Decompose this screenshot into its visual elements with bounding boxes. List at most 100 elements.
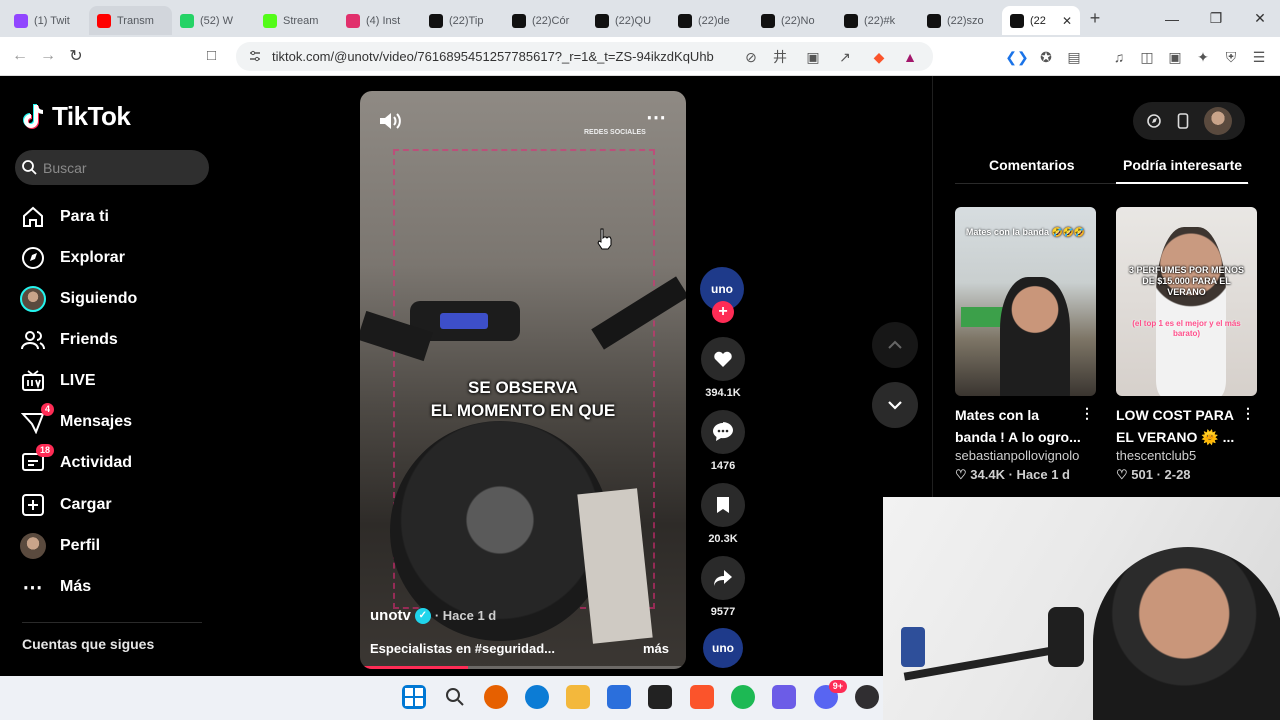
browser-tab[interactable]: (22)QU (587, 6, 670, 35)
windows-start-icon[interactable] (402, 685, 426, 709)
firefox-dev-icon[interactable] (484, 685, 508, 709)
search-icon[interactable] (443, 685, 467, 709)
leo-ai-icon[interactable]: ✦ (1194, 48, 1212, 66)
nav-item-live[interactable]: LIVE (20, 366, 96, 396)
brave-icon[interactable] (690, 685, 714, 709)
wallet-icon[interactable]: ▣ (1166, 48, 1184, 66)
minimize-button[interactable]: — (1150, 0, 1194, 37)
reload-icon[interactable]: ↻ (62, 46, 90, 66)
site-settings-icon[interactable] (248, 49, 262, 63)
video-player[interactable]: REDES SOCIALES ⋯ SE OBSERVA EL MOMENTO E… (360, 91, 686, 669)
maximize-button[interactable]: ❐ (1194, 0, 1238, 37)
card-title[interactable]: LOW COST PARA EL VERANO 🌞 ... (1116, 404, 1244, 448)
author-name[interactable]: unotv (370, 607, 411, 624)
vpn-shield-icon[interactable]: ⛨ (1222, 48, 1240, 66)
comment-button[interactable]: 1476 (700, 410, 746, 472)
comment-icon[interactable] (701, 410, 745, 454)
cast-icon[interactable]: ▤ (1065, 48, 1083, 66)
sidebar-icon[interactable]: ◫ (1138, 48, 1156, 66)
nav-item-para-ti[interactable]: Para ti (20, 202, 109, 232)
obs-icon[interactable] (855, 685, 879, 709)
brave-shields-icon[interactable]: ◆ (870, 48, 888, 66)
browser-tab[interactable]: (22)de (670, 6, 753, 35)
previous-video-button[interactable] (872, 322, 918, 368)
browser-tab[interactable]: (4) Inst (338, 6, 421, 35)
vpn-icon[interactable] (772, 685, 796, 709)
translate-icon[interactable]: 井 (771, 48, 789, 66)
save-button[interactable]: 20.3K (700, 483, 746, 545)
card-title[interactable]: Mates con la banda ! A lo ogro... (955, 404, 1083, 448)
edge-icon[interactable] (525, 685, 549, 709)
nav-item-cargar[interactable]: Cargar (20, 490, 112, 520)
discord-icon[interactable]: 9+ (814, 680, 847, 709)
menu-icon[interactable]: ☰ (1250, 48, 1268, 66)
like-button[interactable]: 394.1K (700, 337, 746, 399)
browser-tab[interactable]: Stream (255, 6, 338, 35)
video-thumbnail[interactable]: 3 PERFUMES POR MENOS DE $15.000 PARA EL … (1116, 207, 1257, 396)
bookmark-icon[interactable] (701, 483, 745, 527)
share-icon[interactable]: ↗ (836, 48, 854, 66)
close-window-button[interactable]: ✕ (1238, 0, 1280, 37)
volume-icon[interactable] (378, 111, 402, 131)
url-text[interactable]: tiktok.com/@unotv/video/7616895451257785… (272, 49, 714, 64)
compass-small-icon[interactable] (1146, 113, 1162, 129)
media-icon[interactable]: ♫ (1110, 48, 1128, 66)
card-options-icon[interactable]: ⋮ (1080, 405, 1094, 422)
nav-item-friends[interactable]: Friends (20, 325, 118, 355)
tiktok-logo[interactable]: TikTok (22, 101, 131, 132)
video-progress-bar[interactable] (360, 666, 686, 669)
sound-button[interactable]: uno (700, 628, 746, 668)
close-tab-icon[interactable]: ✕ (1062, 14, 1072, 28)
card-author[interactable]: thescentclub5 (1116, 448, 1257, 463)
card-options-icon[interactable]: ⋮ (1241, 405, 1255, 422)
nav-item-mensajes[interactable]: 4 Mensajes (20, 403, 132, 437)
tab-comments[interactable]: Comentarios (989, 157, 1075, 173)
browser-tab[interactable]: Transm (89, 6, 172, 35)
user-avatar[interactable] (1203, 107, 1232, 135)
heart-icon[interactable] (701, 337, 745, 381)
nav-item-perfil[interactable]: Perfil (20, 531, 100, 561)
audio-playing-icon[interactable]: ❮❯ (1005, 48, 1028, 66)
phone-icon[interactable] (1177, 113, 1189, 129)
video-description[interactable]: Especialistas en #seguridad... (370, 641, 555, 656)
sound-disc-icon[interactable]: uno (703, 628, 743, 668)
nav-item-explorar[interactable]: Explorar (20, 243, 125, 273)
bookmark-icon[interactable]: □ (207, 47, 216, 64)
address-bar[interactable]: tiktok.com/@unotv/video/7616895451257785… (236, 42, 933, 71)
browser-tab[interactable]: (52) W (172, 6, 255, 35)
tab-suggested[interactable]: Podría interesarte (1123, 157, 1242, 173)
brave-rewards-icon[interactable]: ▲ (901, 48, 919, 66)
spotify-icon[interactable] (731, 685, 755, 709)
video-thumbnail[interactable]: Mates con la banda 🤣🤣🤣 (955, 207, 1096, 396)
more-link[interactable]: más (643, 641, 669, 656)
suggested-video-card[interactable]: 3 PERFUMES POR MENOS DE $15.000 PARA EL … (1116, 207, 1257, 483)
nav-item-siguiendo[interactable]: Siguiendo (20, 284, 137, 314)
store-icon[interactable] (607, 685, 631, 709)
video-author[interactable]: unotv ✓ · Hace 1 d (370, 607, 496, 624)
browser-tab[interactable]: (22)Cór (504, 6, 587, 35)
share-arrow-icon[interactable] (701, 556, 745, 600)
browser-tab[interactable]: (22)No (753, 6, 836, 35)
nav-item-actividad[interactable]: 18 Actividad (20, 444, 132, 478)
browser-tab[interactable]: (1) Twit (6, 6, 89, 35)
browser-tab[interactable]: (22)Tip (421, 6, 504, 35)
forward-icon[interactable]: → (34, 47, 62, 65)
nav-item-más[interactable]: ⋯ Más (20, 572, 92, 602)
browser-tab-active[interactable]: (22 ✕ (1002, 6, 1080, 35)
video-options-icon[interactable]: ⋯ (646, 105, 667, 130)
search-input[interactable]: Buscar (15, 150, 209, 185)
share-button[interactable]: 9577 (700, 556, 746, 618)
card-author[interactable]: sebastianpollovignolo (955, 448, 1096, 463)
creator-avatar-button[interactable]: uno + (700, 267, 746, 323)
file-explorer-icon[interactable] (566, 685, 590, 709)
install-app-icon[interactable]: ▣ (804, 48, 822, 66)
browser-tab[interactable]: (22)szo (919, 6, 1002, 35)
sticky-notes-icon[interactable] (648, 685, 672, 709)
extensions-icon[interactable]: ✪ (1037, 48, 1055, 66)
follow-plus-icon[interactable]: + (712, 301, 734, 323)
no-tracking-icon[interactable]: ⊘ (742, 48, 760, 66)
suggested-video-card[interactable]: Mates con la banda 🤣🤣🤣 Mates con la band… (955, 207, 1096, 483)
next-video-button[interactable] (872, 382, 918, 428)
browser-tab[interactable]: (22)#k (836, 6, 919, 35)
back-icon[interactable]: ← (6, 47, 34, 65)
